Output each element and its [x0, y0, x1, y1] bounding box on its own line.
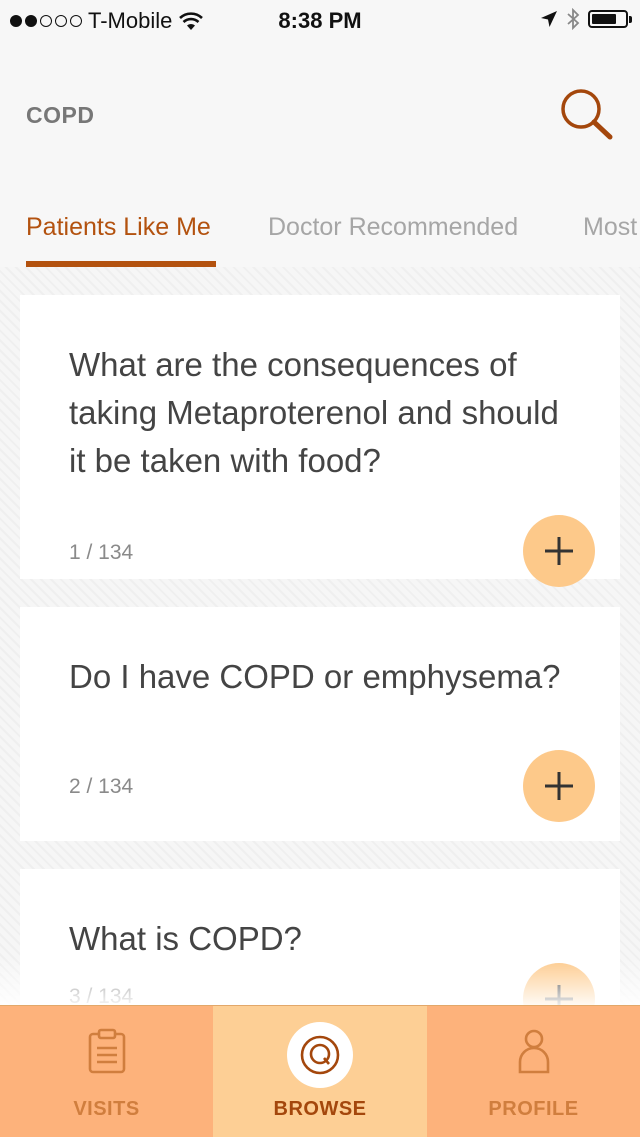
search-icon [561, 89, 613, 140]
nav-profile[interactable]: PROFILE [427, 1006, 640, 1137]
nav-browse[interactable]: BROWSE [213, 1006, 427, 1137]
status-bar: T-Mobile 8:38 PM [0, 0, 640, 40]
question-card[interactable]: Do I have COPD or emphysema? 2 / 134 [20, 607, 620, 841]
tab-most[interactable]: Most [583, 213, 637, 242]
nav-profile-label: PROFILE [488, 1098, 579, 1120]
plus-icon [545, 772, 573, 800]
nav-browse-label: BROWSE [273, 1098, 367, 1120]
question-text: Do I have COPD or emphysema? [69, 658, 561, 695]
question-count: 3 / 134 [69, 985, 134, 1005]
tab-patients-like-me[interactable]: Patients Like Me [26, 213, 211, 242]
bottom-nav: VISITS BROWSE PROFILE [0, 1005, 640, 1137]
browse-circle [287, 1022, 353, 1088]
location-arrow-icon [541, 11, 557, 27]
nav-visits-label: VISITS [73, 1098, 140, 1120]
question-list[interactable]: What are the consequences of taking Meta… [0, 267, 640, 1005]
add-question-button[interactable] [523, 750, 595, 822]
tab-bar: Patients Like Me Doctor Recommended Most [0, 205, 640, 267]
nav-visits[interactable]: VISITS [0, 1006, 213, 1137]
question-count: 1 / 134 [69, 541, 134, 564]
bluetooth-icon [567, 8, 580, 30]
battery-icon [588, 10, 632, 28]
question-card[interactable]: What is COPD? 3 / 134 [20, 869, 620, 1005]
question-count: 2 / 134 [69, 775, 134, 798]
q-circle-icon [300, 1035, 340, 1075]
plus-icon [545, 985, 573, 1005]
question-card[interactable]: What are the consequences of taking Meta… [20, 295, 620, 587]
person-icon [518, 1029, 549, 1074]
clipboard-icon [88, 1028, 125, 1074]
question-text: What are the consequences of taking Meta… [69, 346, 559, 479]
plus-icon [545, 537, 573, 565]
question-text: What is COPD? [69, 920, 302, 957]
search-button[interactable] [556, 84, 620, 148]
tab-doctor-recommended[interactable]: Doctor Recommended [268, 213, 518, 242]
add-question-button[interactable] [523, 515, 595, 587]
page-title: COPD [26, 102, 95, 128]
add-question-button[interactable] [523, 963, 595, 1005]
